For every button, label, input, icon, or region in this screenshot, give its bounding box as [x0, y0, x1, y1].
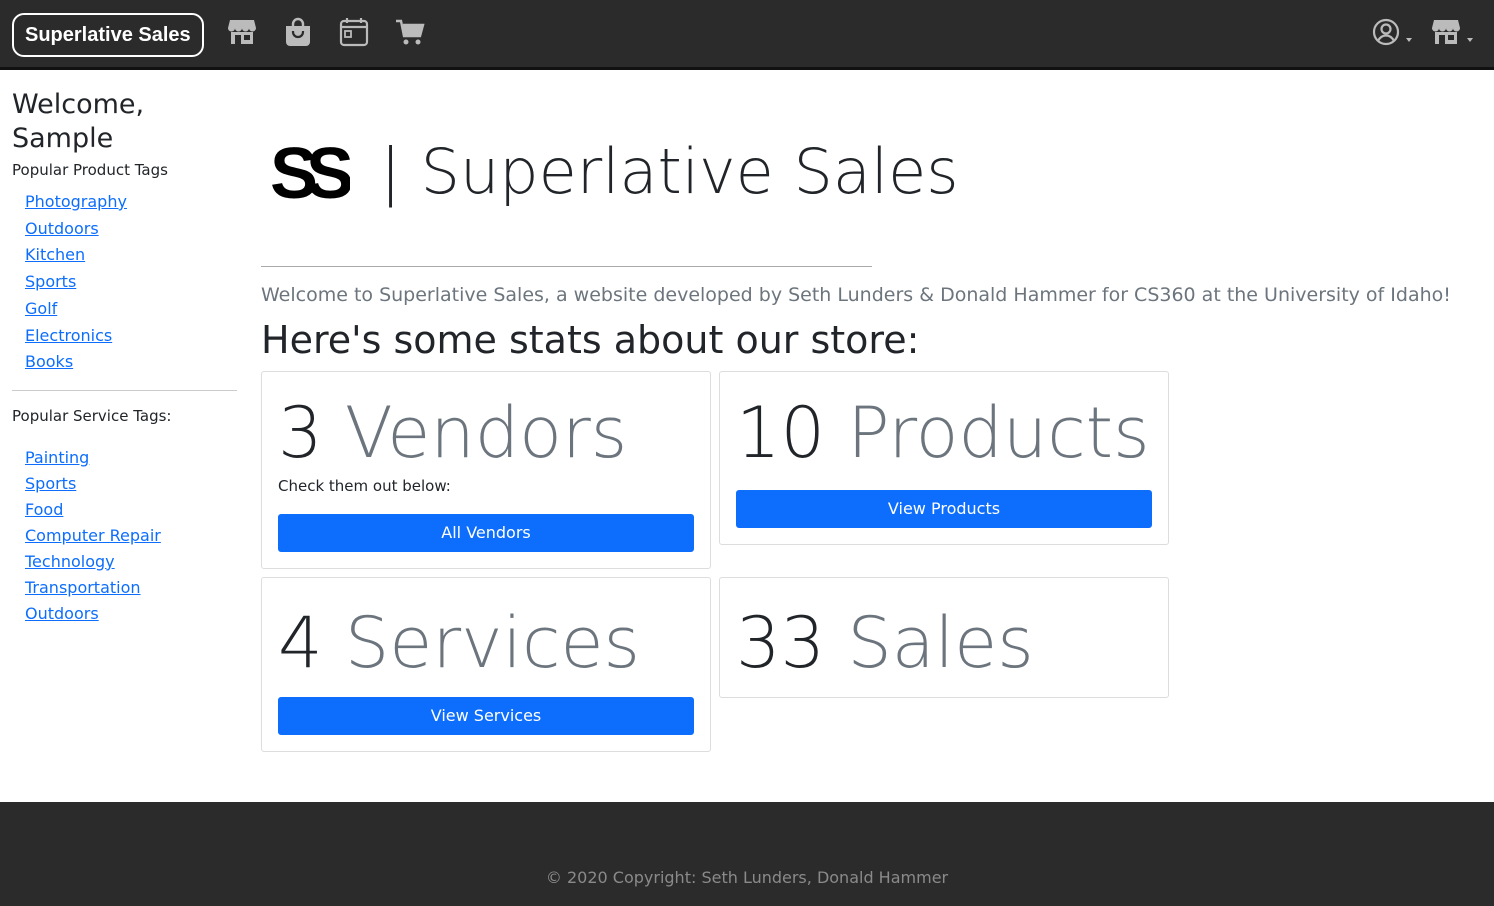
view-services-button[interactable]: View Services — [278, 697, 694, 735]
services-card: 4 Services View Services — [261, 577, 711, 752]
service-tag-link[interactable]: Sports — [25, 471, 237, 497]
sidebar-divider — [12, 389, 237, 391]
logo-text: SS — [270, 138, 350, 208]
services-count-number: 4 — [278, 602, 323, 684]
vendors-card: 3 Vendors Check them out below: All Vend… — [261, 371, 711, 569]
service-tag-link[interactable]: Technology — [25, 549, 237, 575]
products-card: 10 Products View Products — [719, 371, 1169, 545]
service-tag-link[interactable]: Outdoors — [25, 601, 237, 627]
product-tag-link[interactable]: Sports — [25, 269, 237, 296]
welcome-heading: Welcome, Sample — [12, 89, 145, 154]
cart-icon[interactable] — [394, 16, 426, 48]
products-count-number: 10 — [736, 392, 826, 474]
vendors-subtext: Check them out below: — [278, 477, 451, 495]
product-tag-link[interactable]: Outdoors — [25, 216, 237, 243]
view-products-button[interactable]: View Products — [736, 490, 1152, 528]
services-count-unit: Services — [344, 602, 640, 684]
top-navbar: Superlative Sales — [0, 0, 1494, 70]
footer — [0, 802, 1494, 906]
vendors-count-number: 3 — [278, 392, 323, 474]
all-vendors-button[interactable]: All Vendors — [278, 514, 694, 552]
chevron-down-icon — [1406, 38, 1412, 42]
services-count: 4 Services — [278, 598, 640, 688]
ss-logo: SS — [270, 134, 364, 214]
vendors-count: 3 Vendors — [278, 388, 627, 478]
store-menu-icon[interactable] — [1430, 16, 1462, 48]
vendors-count-unit: Vendors — [344, 392, 628, 474]
product-tag-link[interactable]: Photography — [25, 189, 237, 216]
service-tag-link[interactable]: Painting — [25, 445, 237, 471]
products-count: 10 Products — [736, 388, 1150, 478]
hero-title: | Superlative Sales — [380, 135, 959, 208]
service-tags-heading: Popular Service Tags: — [12, 406, 172, 425]
product-tags-list: Photography Outdoors Kitchen Sports Golf… — [12, 189, 237, 376]
service-tags-list: Painting Sports Food Computer Repair Tec… — [12, 445, 237, 627]
service-tag-link[interactable]: Food — [25, 497, 237, 523]
hero-divider — [261, 266, 872, 267]
sales-card: 33 Sales — [719, 577, 1169, 698]
product-tag-link[interactable]: Golf — [25, 296, 237, 323]
storefront-icon[interactable] — [226, 16, 258, 48]
calendar-icon[interactable] — [338, 16, 370, 48]
shopping-bag-icon[interactable] — [282, 16, 314, 48]
products-count-unit: Products — [847, 392, 1150, 474]
user-circle-icon[interactable] — [1370, 16, 1402, 48]
sales-count: 33 Sales — [736, 598, 1034, 688]
brand-button[interactable]: Superlative Sales — [12, 13, 204, 57]
copyright-text: © 2020 Copyright: Seth Lunders, Donald H… — [545, 868, 949, 887]
service-tag-link[interactable]: Computer Repair — [25, 523, 237, 549]
welcome-lead-text: Welcome to Superlative Sales, a website … — [261, 284, 1451, 306]
product-tag-link[interactable]: Kitchen — [25, 242, 237, 269]
sales-count-unit: Sales — [847, 602, 1034, 684]
sidebar: Welcome, Sample Popular Product Tags Pho… — [12, 88, 237, 627]
service-tag-link[interactable]: Transportation — [25, 575, 237, 601]
product-tag-link[interactable]: Books — [25, 349, 237, 376]
product-tag-link[interactable]: Electronics — [25, 323, 237, 350]
product-tags-heading: Popular Product Tags — [12, 161, 168, 179]
chevron-down-icon — [1467, 38, 1473, 42]
sales-count-number: 33 — [736, 602, 826, 684]
stats-heading: Here's some stats about our store: — [261, 318, 920, 362]
